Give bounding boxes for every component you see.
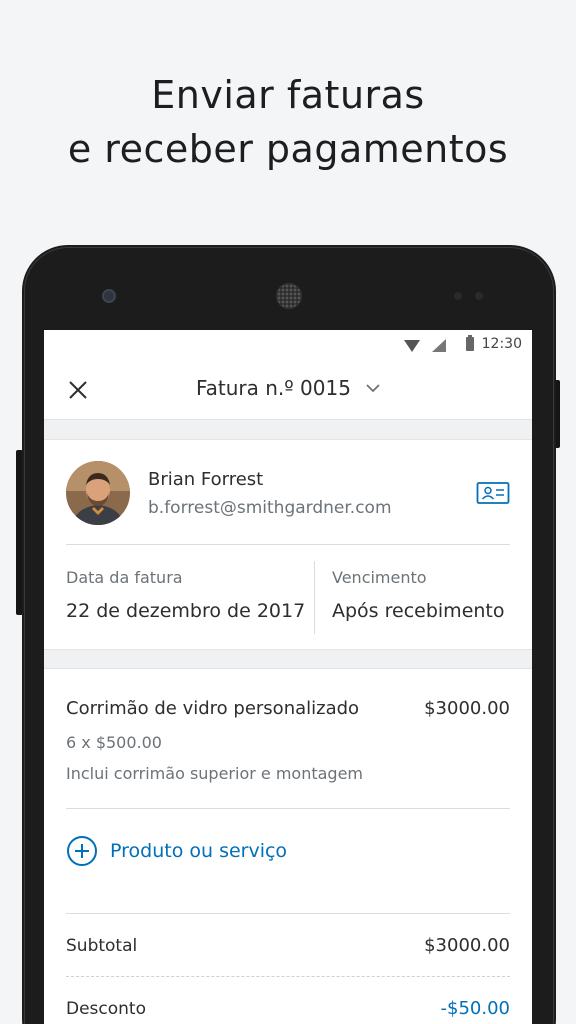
- customer-name: Brian Forrest: [148, 469, 264, 490]
- avatar: [66, 461, 130, 525]
- light-sensor: [475, 292, 483, 300]
- invoice-title-dropdown[interactable]: Fatura n.º 0015: [44, 376, 532, 400]
- items-card: Corrimão de vidro personalizado $3000.00…: [44, 668, 532, 1024]
- divider: [66, 913, 510, 914]
- add-product-label: Produto ou serviço: [110, 840, 288, 862]
- discount-value[interactable]: -$50.00: [441, 998, 510, 1019]
- battery-icon: [466, 335, 474, 351]
- headline-line-2: e receber pagamentos: [67, 127, 509, 171]
- line-item-quantity: 6 x $500.00: [66, 733, 162, 752]
- divider: [66, 544, 510, 545]
- headline: Enviar faturas e receber pagamentos: [0, 68, 576, 176]
- line-item-name: Corrimão de vidro personalizado: [66, 698, 360, 719]
- status-time: 12:30: [481, 336, 522, 352]
- invoice-date-value[interactable]: 22 de dezembro de 2017: [66, 600, 305, 622]
- subtotal-value: $3000.00: [424, 935, 510, 956]
- divider: [66, 808, 510, 809]
- customer-email: b.forrest@smithgardner.com: [148, 498, 392, 518]
- signal-icon: [432, 339, 446, 352]
- front-camera: [102, 289, 116, 303]
- earpiece-speaker: [276, 283, 302, 309]
- page-title: Fatura n.º 0015: [195, 376, 351, 400]
- column-divider: [314, 561, 315, 634]
- plus-circle-icon: [67, 836, 97, 866]
- due-date-value[interactable]: Após recebimento: [332, 600, 505, 622]
- chevron-down-icon: [366, 384, 380, 393]
- dashed-divider: [66, 976, 510, 977]
- status-bar: 12:30: [44, 330, 532, 360]
- headline-line-1: Enviar faturas: [151, 73, 425, 117]
- wifi-icon: [404, 340, 420, 352]
- line-item-description: Inclui corrimão superior e montagem: [66, 764, 364, 783]
- invoice-date-label: Data da fatura: [66, 568, 183, 587]
- proximity-sensor: [454, 292, 462, 300]
- subtotal-label: Subtotal: [66, 936, 138, 956]
- customer-card: Brian Forrest b.forrest@smithgardner.com…: [44, 439, 532, 650]
- phone-screen: 12:30 Fatura n.º 0015 Brian Forrest b.fo…: [44, 330, 532, 1024]
- contact-card-icon[interactable]: [476, 480, 510, 506]
- app-bar: Fatura n.º 0015: [44, 360, 532, 420]
- due-date-label: Vencimento: [332, 568, 427, 587]
- line-item-price: $3000.00: [424, 698, 510, 719]
- discount-label: Desconto: [66, 999, 146, 1019]
